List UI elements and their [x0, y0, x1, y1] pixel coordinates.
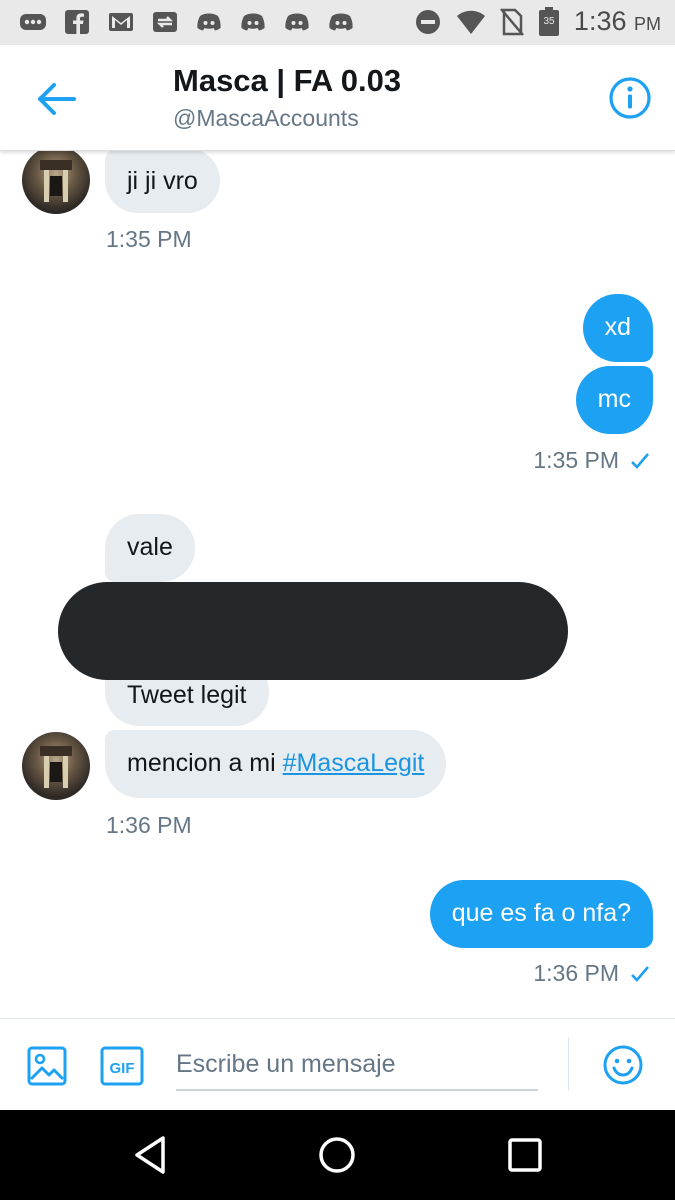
system-status: 35 1:36 PM — [414, 6, 661, 37]
nav-home-button[interactable] — [316, 1134, 358, 1176]
discord-icon — [282, 8, 312, 36]
image-icon — [27, 1046, 67, 1086]
message-bubble-outgoing[interactable]: que es fa o nfa? — [429, 880, 653, 948]
status-time: 1:36 PM — [573, 6, 661, 36]
status-bar: 35 1:36 PM — [0, 0, 675, 45]
emoji-button[interactable] — [601, 1043, 645, 1087]
arrow-left-icon — [38, 83, 76, 115]
message-text: mencion a mi — [127, 749, 283, 777]
message-timestamp: 1:36 PM — [533, 960, 651, 987]
nav-back-button[interactable] — [130, 1134, 172, 1176]
message-bubble-incoming[interactable]: vale — [105, 514, 195, 582]
message-timestamp: 1:35 PM — [106, 226, 192, 252]
info-icon — [609, 77, 651, 119]
emoji-icon — [603, 1045, 643, 1085]
message-bubble-outgoing[interactable]: mc — [575, 366, 653, 434]
discord-icon — [194, 8, 224, 36]
add-image-button[interactable] — [26, 1045, 68, 1087]
message-input[interactable] — [176, 1039, 538, 1091]
svg-text:GIF: GIF — [110, 1060, 135, 1077]
timestamp-text: 1:36 PM — [533, 960, 619, 986]
discord-icon — [326, 8, 356, 36]
hashtag-link[interactable]: #MascaLegit — [283, 749, 425, 777]
navigation-bar — [0, 1110, 675, 1200]
info-button[interactable] — [608, 76, 652, 120]
avatar[interactable] — [22, 150, 90, 214]
redaction-mark — [58, 582, 568, 680]
no-sim-icon — [499, 7, 524, 36]
more-icon — [18, 8, 48, 36]
message-composer: GIF — [0, 1018, 675, 1111]
conversation-header: Masca | FA 0.03 @MascaAccounts — [0, 45, 675, 151]
check-icon — [631, 452, 649, 469]
back-button[interactable] — [30, 77, 82, 121]
facebook-icon — [62, 8, 92, 36]
nav-recents-button[interactable] — [504, 1134, 546, 1176]
discord-icon — [238, 8, 268, 36]
do-not-disturb-icon — [415, 9, 440, 34]
gif-button[interactable]: GIF — [100, 1046, 144, 1086]
message-bubble-incoming[interactable]: mencion a mi #MascaLegit — [105, 730, 447, 798]
gmail-icon — [106, 8, 136, 36]
conversation-handle[interactable]: @MascaAccounts — [173, 105, 359, 132]
conversation-title[interactable]: Masca | FA 0.03 — [173, 63, 401, 99]
sync-icon — [150, 8, 180, 36]
avatar[interactable] — [22, 732, 90, 800]
nav-recents-icon — [508, 1138, 542, 1172]
message-timestamp: 1:35 PM — [533, 447, 651, 474]
wifi-icon — [456, 10, 485, 34]
nav-back-icon — [135, 1136, 165, 1174]
battery-icon: 35 — [538, 6, 559, 36]
timestamp-text: 1:35 PM — [533, 447, 619, 473]
check-icon — [631, 965, 649, 982]
message-bubble-incoming[interactable]: ji ji vro — [105, 150, 220, 213]
message-thread[interactable]: ji ji vro 1:35 PM xd mc 1:35 PM vale Twe… — [0, 150, 675, 1018]
gif-icon: GIF — [100, 1046, 144, 1086]
message-bubble-outgoing[interactable]: xd — [582, 294, 653, 362]
message-timestamp: 1:36 PM — [106, 812, 192, 838]
composer-divider — [568, 1037, 569, 1091]
notification-icons — [18, 8, 356, 36]
nav-home-icon — [319, 1137, 355, 1173]
svg-text:35: 35 — [543, 16, 555, 27]
